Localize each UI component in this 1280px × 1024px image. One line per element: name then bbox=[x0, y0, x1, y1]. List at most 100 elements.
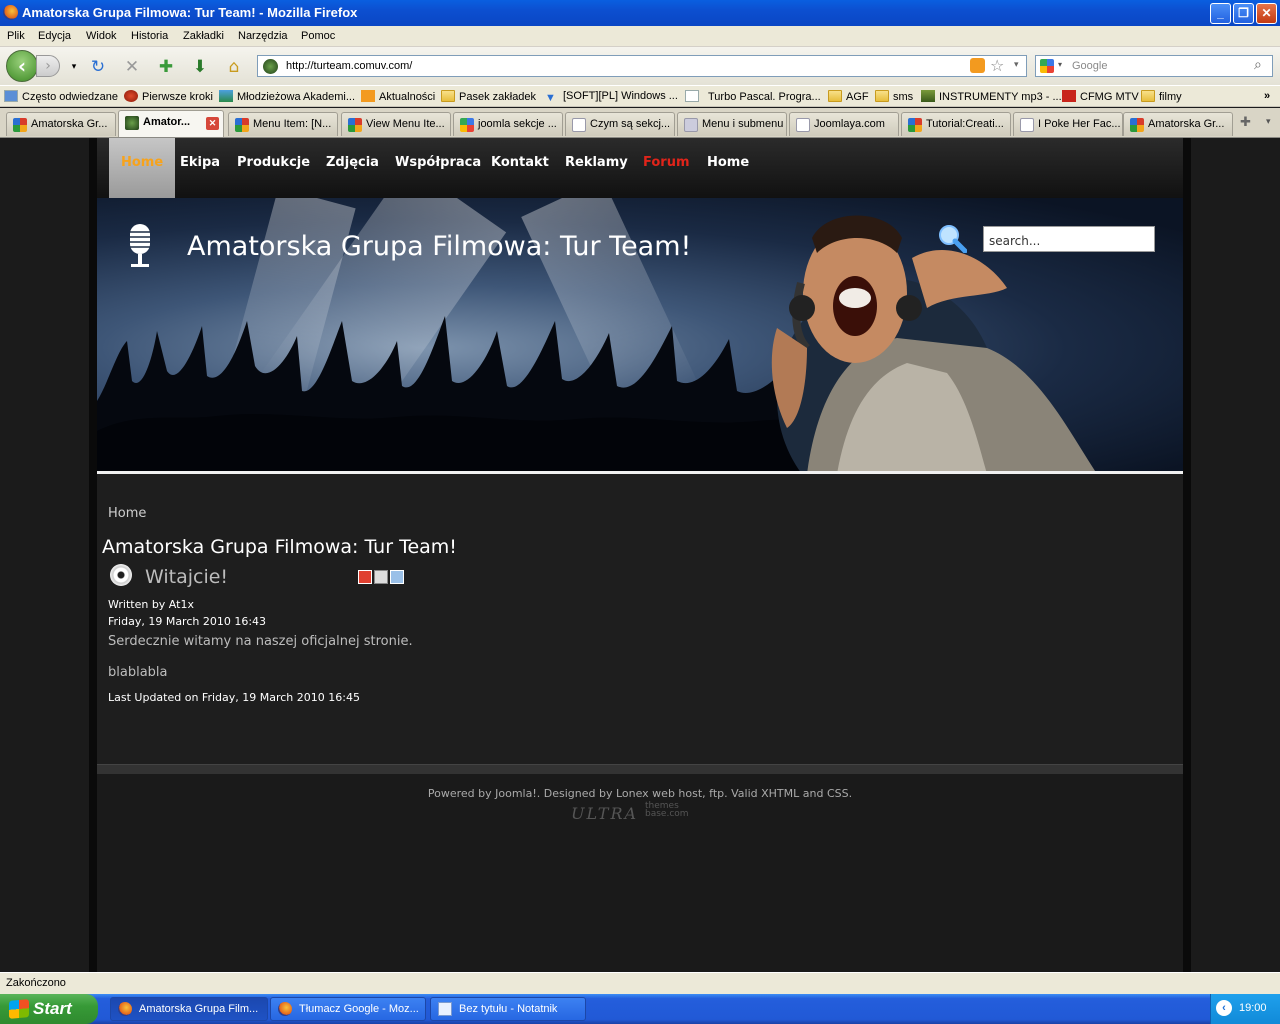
rss-icon bbox=[361, 90, 375, 102]
bookmark-star-icon[interactable]: ☆ bbox=[990, 56, 1004, 75]
menu-widok[interactable]: Widok bbox=[86, 30, 117, 42]
print-icon[interactable] bbox=[374, 570, 388, 584]
nav-zdjecia[interactable]: Zdjęcia bbox=[326, 155, 379, 170]
bookmark-item[interactable]: Pasek zakładek bbox=[441, 90, 536, 103]
search-placeholder: Google bbox=[1072, 60, 1108, 72]
page-icon bbox=[684, 118, 698, 132]
page-icon bbox=[796, 118, 810, 132]
tab[interactable]: Joomlaya.com bbox=[789, 112, 899, 136]
ultra-logo[interactable]: ULTRA bbox=[571, 804, 638, 823]
nav-wspolpraca[interactable]: Współpraca bbox=[395, 155, 481, 170]
tray-expand-icon[interactable]: ‹ bbox=[1216, 1000, 1232, 1016]
page-heading: Amatorska Grupa Filmowa: Tur Team! bbox=[102, 536, 457, 558]
bookmark-item[interactable]: AGF bbox=[828, 90, 869, 103]
article-intro: Serdecznie witamy na naszej oficjalnej s… bbox=[108, 634, 413, 649]
themesbase-logo[interactable]: themes base.com bbox=[645, 802, 689, 819]
site-icon bbox=[125, 116, 139, 130]
bookmark-icon bbox=[124, 90, 138, 102]
bookmarks-toolbar: Często odwiedzane Pierwsze kroki Młodzie… bbox=[0, 85, 1280, 107]
tab[interactable]: View Menu Ite... bbox=[341, 112, 451, 136]
engine-dropdown-icon[interactable]: ▾ bbox=[1058, 60, 1062, 69]
back-button[interactable]: ‹ bbox=[6, 50, 38, 82]
pdf-icon[interactable] bbox=[358, 570, 372, 584]
nav-kontakt[interactable]: Kontakt bbox=[491, 155, 549, 170]
rss-icon[interactable] bbox=[970, 58, 985, 73]
tab[interactable]: Amatorska Gr... bbox=[1123, 112, 1233, 136]
window-titlebar[interactable]: Amatorska Grupa Filmowa: Tur Team! - Moz… bbox=[0, 0, 1280, 26]
menu-zakladki[interactable]: Zakładki bbox=[183, 30, 224, 42]
menu-pomoc[interactable]: Pomoc bbox=[301, 30, 335, 42]
site-search-input[interactable]: search... bbox=[983, 226, 1155, 252]
nav-home[interactable]: Home bbox=[109, 138, 176, 198]
tab[interactable]: joomla sekcje ... bbox=[453, 112, 563, 136]
tab[interactable]: Czym są sekcj... bbox=[565, 112, 675, 136]
bookmark-item[interactable]: filmy bbox=[1141, 90, 1182, 103]
reload-icon[interactable]: ↻ bbox=[88, 57, 108, 77]
breadcrumb[interactable]: Home bbox=[108, 506, 146, 521]
new-tab-plus-icon[interactable]: ✚ bbox=[1240, 114, 1251, 130]
page-icon bbox=[1020, 118, 1034, 132]
nav-ekipa[interactable]: Ekipa bbox=[180, 155, 220, 170]
menu-historia[interactable]: Historia bbox=[131, 30, 168, 42]
taskbar-item-notepad[interactable]: Bez tytułu - Notatnik bbox=[430, 997, 586, 1021]
article-author: Written by At1x bbox=[108, 598, 194, 611]
bookmark-item[interactable]: Aktualności bbox=[361, 90, 435, 103]
taskbar-item-firefox[interactable]: Amatorska Grupa Film... bbox=[110, 997, 268, 1021]
menu-bar: Plik Edycja Widok Historia Zakładki Narz… bbox=[0, 26, 1280, 47]
search-magnifier-icon[interactable] bbox=[937, 223, 967, 253]
footer-credits: Powered by Joomla!. Designed by Lonex we… bbox=[427, 787, 853, 800]
download-icon[interactable]: ⬇ bbox=[190, 57, 210, 77]
bookmark-item[interactable]: Młodzieżowa Akademi... bbox=[219, 90, 355, 103]
notepad-icon bbox=[438, 1002, 452, 1016]
tab[interactable]: Menu Item: [N... bbox=[228, 112, 338, 136]
page-icon bbox=[685, 90, 699, 102]
tab[interactable]: I Poke Her Fac... bbox=[1013, 112, 1123, 136]
minimize-button[interactable]: _ bbox=[1210, 3, 1231, 24]
nav-reklamy[interactable]: Reklamy bbox=[565, 155, 628, 170]
folder-icon bbox=[441, 90, 455, 102]
joomla-icon bbox=[1130, 118, 1144, 132]
home-icon[interactable]: ⌂ bbox=[224, 57, 244, 77]
site-footer: Powered by Joomla!. Designed by Lonex we… bbox=[97, 774, 1183, 972]
bookmark-item[interactable]: ▼ [SOFT][PL] Windows ... bbox=[545, 90, 678, 104]
site-header-banner: Amatorska Grupa Filmowa: Tur Team! searc bbox=[97, 198, 1183, 474]
search-go-icon[interactable]: ⌕ bbox=[1254, 57, 1262, 73]
google-icon[interactable] bbox=[1040, 59, 1054, 73]
url-bar[interactable]: http://turteam.comuv.com/ ☆ ▾ bbox=[257, 55, 1027, 77]
bookmark-item[interactable]: Pierwsze kroki bbox=[124, 90, 213, 103]
tab[interactable]: Menu i submenu bbox=[677, 112, 787, 136]
stop-icon[interactable]: ✕ bbox=[122, 57, 142, 77]
forward-button[interactable]: › bbox=[36, 55, 60, 77]
start-button[interactable]: Start bbox=[0, 994, 98, 1024]
bookmark-item[interactable]: Turbo Pascal. Progra... bbox=[685, 90, 821, 103]
close-tab-icon[interactable]: ✕ bbox=[206, 117, 219, 130]
tab[interactable]: Tutorial:Creati... bbox=[901, 112, 1011, 136]
article-title[interactable]: Witajcie! bbox=[145, 566, 228, 588]
taskbar-item-firefox-2[interactable]: Tłumacz Google - Moz... bbox=[270, 997, 426, 1021]
tab-active[interactable]: Amator... ✕ bbox=[118, 110, 224, 137]
restore-button[interactable]: ❐ bbox=[1233, 3, 1254, 24]
status-bar: Zakończono bbox=[0, 972, 1280, 994]
history-dropdown-icon[interactable]: ▾ bbox=[64, 57, 84, 77]
email-icon[interactable] bbox=[390, 570, 404, 584]
tab-list-icon[interactable]: ▾ bbox=[1266, 116, 1271, 127]
bookmarks-overflow-icon[interactable]: » bbox=[1264, 90, 1270, 102]
menu-plik[interactable]: Plik bbox=[7, 30, 25, 42]
clock[interactable]: 19:00 bbox=[1239, 1002, 1267, 1014]
tab[interactable]: Amatorska Gr... bbox=[6, 112, 116, 136]
close-button[interactable]: ✕ bbox=[1256, 3, 1277, 24]
bookmark-item[interactable]: sms bbox=[875, 90, 913, 103]
menu-narzedzia[interactable]: Narzędzia bbox=[238, 30, 288, 42]
bookmark-item[interactable]: INSTRUMENTY mp3 - ... bbox=[921, 90, 1062, 103]
bookmark-item[interactable]: Często odwiedzane bbox=[4, 90, 118, 103]
menu-edycja[interactable]: Edycja bbox=[38, 30, 71, 42]
bookmark-item[interactable]: CFMG MTV bbox=[1062, 90, 1139, 103]
search-bar[interactable]: ▾ Google ⌕ bbox=[1035, 55, 1273, 77]
url-dropdown-icon[interactable]: ▾ bbox=[1014, 60, 1019, 70]
nav-home-2[interactable]: Home bbox=[707, 155, 749, 170]
nav-forum[interactable]: Forum bbox=[643, 155, 690, 170]
nav-produkcje[interactable]: Produkcje bbox=[237, 155, 310, 170]
site-title: Amatorska Grupa Filmowa: Tur Team! bbox=[187, 231, 692, 262]
new-tab-icon[interactable]: ✚ bbox=[156, 57, 176, 77]
page-icon bbox=[572, 118, 586, 132]
